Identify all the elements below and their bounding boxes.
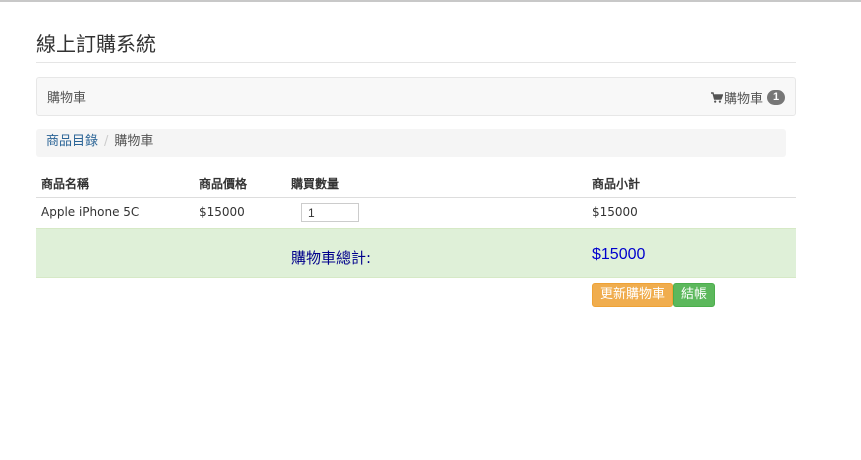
checkout-button[interactable]: 結帳 [673, 283, 716, 307]
breadcrumb-separator: / [104, 134, 109, 149]
cart-total-label: 購物車總計: [291, 249, 372, 267]
shopping-cart-icon [710, 91, 723, 103]
cart-link-label: 購物車 [723, 92, 763, 107]
table-header-divider [36, 197, 796, 198]
quantity-input[interactable] [301, 203, 359, 222]
navbar: 購物車 購物車 1 [36, 77, 796, 116]
column-header-name: 商品名稱 [41, 177, 90, 191]
breadcrumb-catalog-link[interactable]: 商品目錄 [46, 134, 98, 149]
product-subtotal-cell: $15000 [592, 205, 638, 219]
cart-count-badge: 1 [767, 90, 785, 105]
navbar-brand[interactable]: 購物車 [47, 87, 86, 106]
title-divider [36, 62, 796, 63]
page-title: 線上訂購系統 [36, 32, 156, 56]
column-header-subtotal: 商品小計 [592, 177, 641, 191]
column-header-price: 商品價格 [199, 177, 248, 191]
cart-total-value: $15000 [592, 246, 646, 263]
column-header-quantity: 購買數量 [291, 177, 340, 191]
product-price-cell: $15000 [199, 205, 245, 219]
cart-total-row: 購物車總計: $15000 [36, 228, 796, 278]
breadcrumb-current: 購物車 [114, 134, 154, 149]
cart-link[interactable]: 購物車 1 [710, 88, 785, 107]
breadcrumb: 商品目錄 / 購物車 [36, 129, 786, 157]
product-name-cell: Apple iPhone 5C [41, 205, 140, 219]
update-cart-button[interactable]: 更新購物車 [592, 283, 674, 307]
